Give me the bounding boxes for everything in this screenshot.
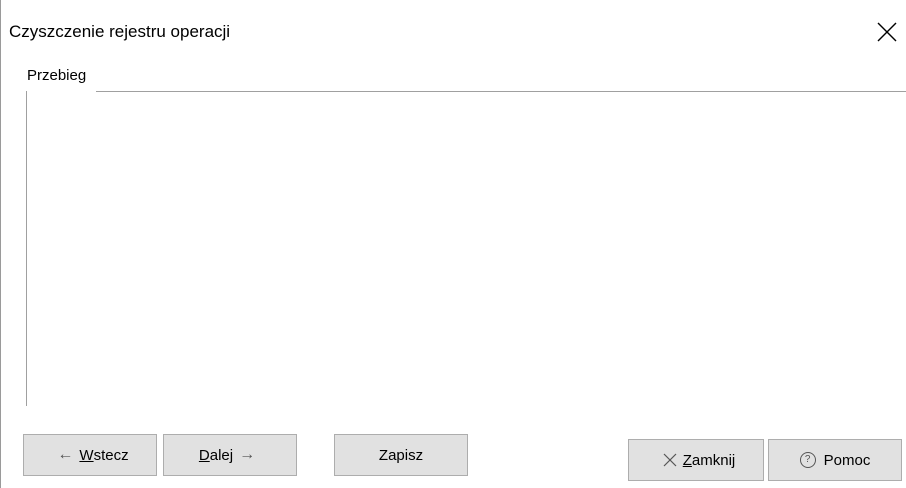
title-bar: Czyszczenie rejestru operacji [1, 0, 906, 64]
help-button[interactable]: ? Pomoc [768, 439, 902, 481]
close-icon [663, 453, 677, 467]
group-border-top [96, 91, 906, 92]
group-label: Przebieg [27, 67, 87, 84]
back-label: Wstecz [79, 446, 129, 464]
save-label: Zapisz [378, 446, 424, 464]
progress-log-area[interactable] [28, 93, 903, 405]
group-border-left [26, 91, 27, 406]
close-button[interactable]: Zamknij [628, 439, 764, 481]
close-label: Zamknij [682, 451, 736, 469]
arrow-left-icon: ← [57, 446, 74, 463]
window-close-icon[interactable] [875, 20, 899, 44]
dialog-window: Czyszczenie rejestru operacji Przebieg ←… [0, 0, 906, 488]
next-label: Dalej [198, 446, 234, 464]
back-button[interactable]: ← Wstecz [23, 434, 157, 476]
save-button[interactable]: Zapisz [334, 434, 468, 476]
next-button[interactable]: Dalej → [163, 434, 297, 476]
arrow-right-icon: → [239, 446, 256, 463]
help-circle-icon: ? [799, 452, 816, 468]
help-label: Pomoc [823, 451, 871, 469]
window-title: Czyszczenie rejestru operacji [9, 22, 231, 41]
